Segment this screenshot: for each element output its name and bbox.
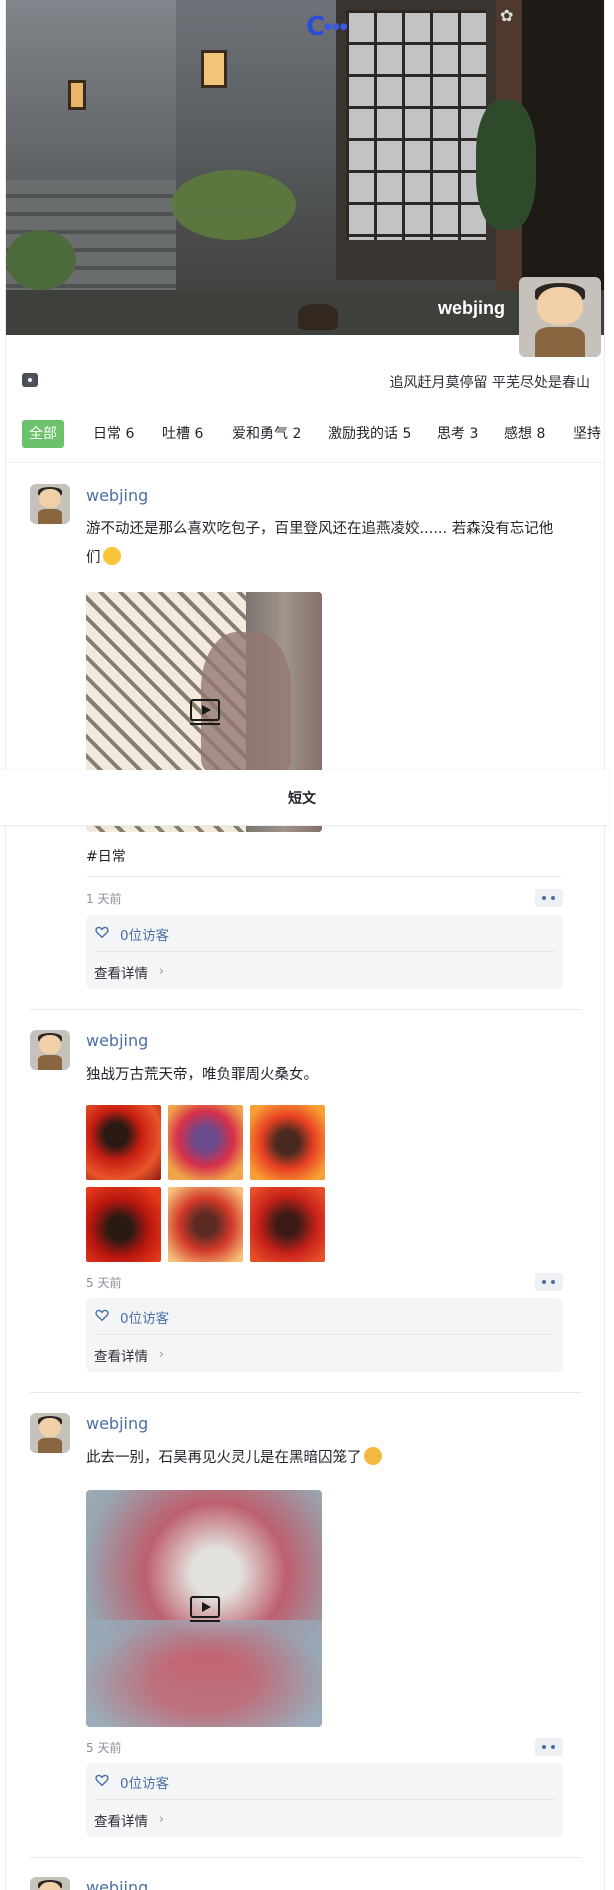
post-avatar[interactable] [30, 1413, 70, 1453]
category-tabs: 全部 日常 6 吐槽 6 爱和勇气 2 激励我的话 5 思考 3 感想 8 坚持 [6, 420, 604, 452]
post-avatar[interactable] [30, 1877, 70, 1890]
post-image[interactable] [168, 1187, 243, 1262]
tab-complaints[interactable]: 吐槽 6 [155, 420, 210, 448]
heart-icon[interactable] [95, 1308, 109, 1322]
post-author[interactable]: webjing [86, 1878, 148, 1890]
post-text: 此去一别，石昊再见火灵儿是在黑暗囚笼了 [86, 1444, 561, 1473]
visitor-count: 0位访客 [120, 1776, 170, 1792]
tab-thoughts[interactable]: 思考 3 [430, 420, 485, 448]
page-frame: C ●●● ✿ webjing 追风赶月莫停留 平芜尽处是春山 全部 日常 6 吐… [5, 0, 605, 1890]
post-interaction-box: 0位访客 查看详情 › [86, 915, 563, 989]
sticky-header: 短文 [0, 770, 609, 826]
post-avatar[interactable] [30, 484, 70, 524]
post-image[interactable] [250, 1187, 325, 1262]
tab-all[interactable]: 全部 [22, 420, 64, 448]
more-options-button[interactable] [535, 1273, 563, 1291]
post-interaction-box: 0位访客 查看详情 › [86, 1763, 563, 1837]
page-title: 短文 [288, 791, 316, 807]
profile-username: webjing [438, 298, 505, 318]
post-video-thumbnail[interactable] [86, 1490, 322, 1727]
post-text: 独战万古荒天帝，唯负罪周火桑女。 [86, 1067, 318, 1083]
post-time: 5 天前 [86, 1741, 122, 1755]
post-author[interactable]: webjing [86, 1414, 148, 1433]
post-image[interactable] [86, 1105, 161, 1180]
chevron-right-icon: › [159, 964, 164, 978]
post-text: 游不动还是那么喜欢吃包子，百里登风还在追燕凌姣...... 若森没有忘记他们 [86, 521, 554, 566]
post-time: 1 天前 [86, 892, 122, 906]
tab-daily[interactable]: 日常 6 [86, 420, 141, 448]
tab-motivation[interactable]: 激励我的话 5 [321, 420, 418, 448]
camera-icon[interactable] [22, 373, 38, 387]
more-options-button[interactable] [535, 1738, 563, 1756]
view-details-link[interactable]: 查看详情 [94, 1810, 148, 1830]
post-topic[interactable]: #日常 [86, 846, 126, 866]
visitor-count: 0位访客 [120, 928, 170, 944]
view-details-link[interactable]: 查看详情 [94, 962, 148, 982]
post-image[interactable] [168, 1105, 243, 1180]
profile-avatar[interactable] [519, 277, 601, 357]
chevron-right-icon: › [159, 1347, 164, 1361]
post-author[interactable]: webjing [86, 1031, 148, 1050]
crying-laughing-emoji-icon [363, 1447, 382, 1465]
cover-image: C ●●● ✿ webjing [6, 0, 604, 335]
tab-love-courage[interactable]: 爱和勇气 2 [225, 420, 308, 448]
play-icon[interactable] [190, 1596, 220, 1622]
post-image[interactable] [250, 1105, 325, 1180]
play-icon[interactable] [190, 699, 220, 725]
post-author[interactable]: webjing [86, 486, 148, 505]
tab-persist[interactable]: 坚持 [566, 420, 604, 448]
heart-icon[interactable] [95, 925, 109, 939]
profile-signature: 追风赶月莫停留 平芜尽处是春山 [389, 375, 590, 391]
view-details-link[interactable]: 查看详情 [94, 1345, 148, 1365]
signature-row: 追风赶月莫停留 平芜尽处是春山 [6, 370, 604, 410]
settings-icon[interactable]: ✿ [500, 6, 513, 25]
visitor-count: 0位访客 [120, 1311, 170, 1327]
heart-icon[interactable] [95, 1773, 109, 1787]
tab-feelings[interactable]: 感想 8 [497, 420, 552, 448]
post-interaction-box: 0位访客 查看详情 › [86, 1298, 563, 1372]
post-avatar[interactable] [30, 1030, 70, 1070]
site-logo-icon: C ●●● [306, 12, 348, 42]
more-options-button[interactable] [535, 889, 563, 907]
grin-emoji-icon [102, 547, 121, 565]
post-time: 5 天前 [86, 1276, 122, 1290]
chevron-right-icon: › [159, 1812, 164, 1826]
post-image[interactable] [86, 1187, 161, 1262]
